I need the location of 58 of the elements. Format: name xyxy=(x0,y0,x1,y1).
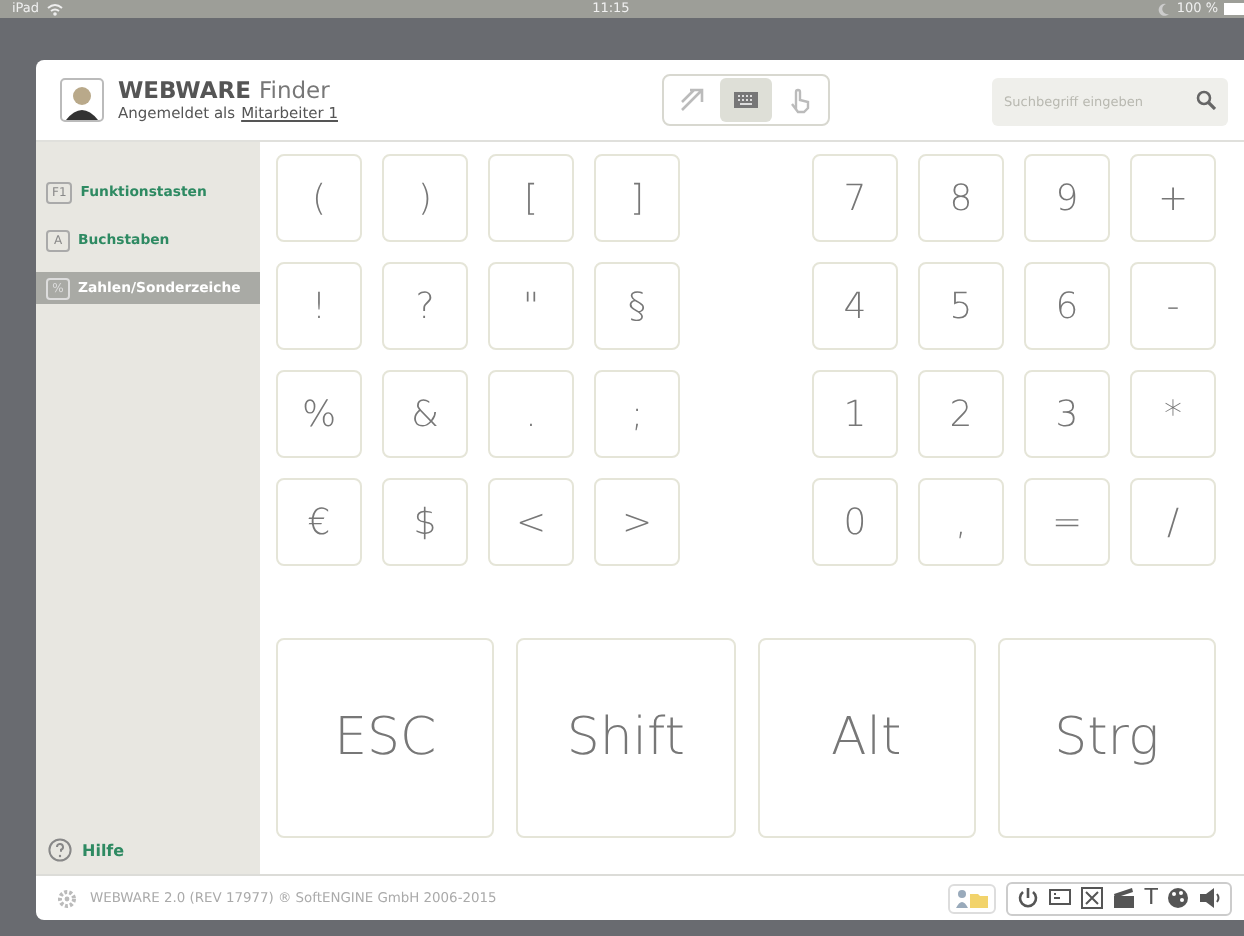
app-name: Finder xyxy=(258,76,330,104)
avatar-icon xyxy=(60,78,104,122)
power-icon xyxy=(1016,886,1041,910)
monitor-icon xyxy=(1048,886,1073,910)
key-button[interactable]: ] xyxy=(594,154,680,242)
key-button[interactable]: 8 xyxy=(918,154,1004,242)
key-button[interactable]: 0 xyxy=(812,478,898,566)
key-button[interactable]: * xyxy=(1130,370,1216,458)
key-button[interactable]: Shift xyxy=(516,638,735,838)
key-button[interactable]: + xyxy=(1130,154,1216,242)
key-button[interactable]: 3 xyxy=(1024,370,1110,458)
key-button[interactable]: € xyxy=(276,478,362,566)
key-button[interactable]: < xyxy=(488,478,574,566)
key-button[interactable]: 5 xyxy=(918,262,1004,350)
key-button[interactable]: 2 xyxy=(918,370,1004,458)
key-button[interactable]: 7 xyxy=(812,154,898,242)
key-button[interactable]: > xyxy=(594,478,680,566)
help-icon xyxy=(48,838,72,862)
key-button[interactable]: Strg xyxy=(997,638,1216,838)
key-button[interactable]: ) xyxy=(382,154,468,242)
key-button[interactable]: - xyxy=(1130,262,1216,350)
key-button[interactable]: [ xyxy=(488,154,574,242)
speaker-icon xyxy=(1198,886,1222,910)
key-button[interactable]: ; xyxy=(594,370,680,458)
help-link[interactable]: Hilfe xyxy=(36,838,260,862)
key-button[interactable]: ( xyxy=(276,154,362,242)
key-button[interactable]: § xyxy=(594,262,680,350)
resize-button[interactable] xyxy=(1076,885,1109,911)
battery-icon xyxy=(1224,2,1244,16)
search-icon xyxy=(1196,90,1216,110)
wifi-icon xyxy=(45,2,64,16)
key-button[interactable]: & xyxy=(382,370,468,458)
key-button[interactable]: Alt xyxy=(757,638,976,838)
key-button[interactable]: ! xyxy=(276,262,362,350)
moon-icon xyxy=(1158,2,1171,16)
key-button[interactable]: 1 xyxy=(812,370,898,458)
palette-icon xyxy=(1166,886,1190,910)
key-button[interactable]: 9 xyxy=(1024,154,1110,242)
key-button[interactable]: % xyxy=(276,370,362,458)
palette-button[interactable] xyxy=(1162,885,1194,911)
key-button[interactable]: ESC xyxy=(276,638,495,838)
key-button[interactable]: 4 xyxy=(812,262,898,350)
key-button[interactable]: / xyxy=(1130,478,1216,566)
user-folder-icon xyxy=(954,886,991,910)
monitor-button[interactable] xyxy=(1044,885,1077,911)
key-button[interactable]: $ xyxy=(382,478,468,566)
text-tool-button[interactable]: T xyxy=(1140,885,1162,911)
key-button[interactable]: . xyxy=(488,370,574,458)
brand-name: WEBWARE xyxy=(118,76,251,104)
arrow-icon xyxy=(676,84,708,116)
key-button[interactable]: = xyxy=(1024,478,1110,566)
clapperboard-icon xyxy=(1112,886,1137,910)
key-button[interactable]: , xyxy=(918,478,1004,566)
key-button[interactable]: ? xyxy=(382,262,468,350)
key-button[interactable]: 6 xyxy=(1024,262,1110,350)
key-button[interactable]: " xyxy=(488,262,574,350)
resize-icon xyxy=(1080,886,1105,910)
mode-keyboard-button[interactable] xyxy=(720,78,772,122)
